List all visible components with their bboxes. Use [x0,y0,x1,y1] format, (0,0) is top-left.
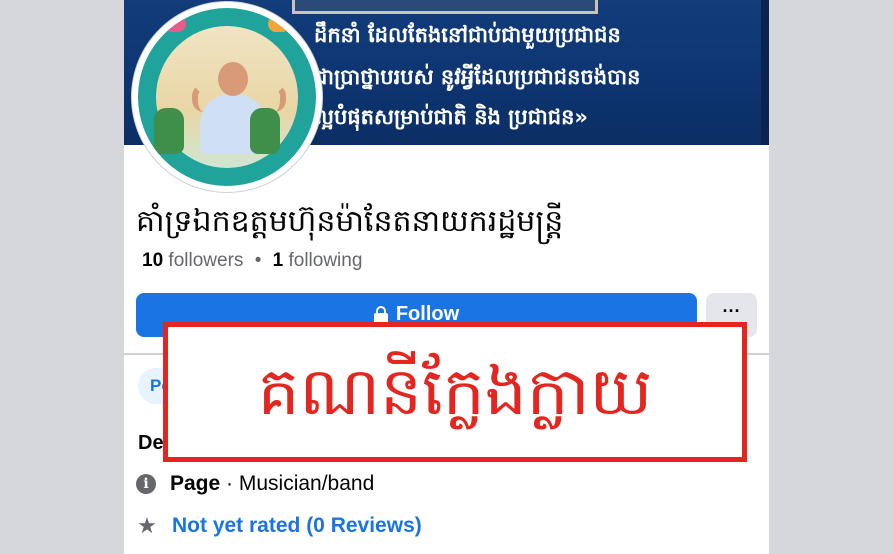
cover-text-line-3: ល្អបំផុតសម្រាប់ជាតិ និង ប្រជាជន» [314,105,588,129]
avatar-logo-right [268,16,290,32]
following-count[interactable]: 1 [273,250,284,271]
background-left [0,0,124,554]
following-label[interactable]: following [288,250,362,271]
page-title: គាំទ្រឯកឧត្តមហ៊ុនម៉ានែតនាយករដ្ឋមន្ត្រី [136,204,564,239]
fake-account-stamp: គណនីក្លែងក្លាយ [163,322,747,462]
cover-text-line-2: ជាប្រាថ្នាបរបស់ នូវអ្វីដែលប្រជាជនចង់បាន [314,65,641,89]
page-type-label: Page [170,472,221,495]
follow-icon [373,306,388,323]
profile-avatar[interactable] [132,2,322,192]
facebook-page-screen: ដឹកនាំ ដែលតែងនៅជាប់ជាមួយប្រជាជន ជាប្រាថ្… [124,0,769,554]
rating-link[interactable]: Not yet rated (0 Reviews) [172,514,422,538]
background-right [769,0,893,554]
avatar-logo-left [164,16,186,32]
stats-separator: • [254,250,262,271]
avatar-frame [138,8,316,186]
followers-count[interactable]: 10 [142,250,163,271]
cover-text-line-1: ដឹកនាំ ដែលតែងនៅជាប់ជាមួយប្រជាជន [314,23,621,47]
star-icon: ★ [137,513,157,538]
stamp-text: គណនីក្លែងក្លាយ [257,353,653,430]
more-icon: ··· [722,301,741,321]
rating-row: ★ Not yet rated (0 Reviews) [136,514,422,538]
followers-label[interactable]: followers [168,250,243,271]
follower-stats: 10 followers • 1 following [142,250,362,272]
avatar-mascot-right [250,108,280,154]
cover-edge [761,0,769,145]
page-category-row: i Page · Musician/band [136,472,374,496]
avatar-mascot-left [154,108,184,154]
cover-photo-frame [292,0,598,14]
info-icon: i [136,474,156,494]
page-category: · Musician/band [220,472,375,495]
